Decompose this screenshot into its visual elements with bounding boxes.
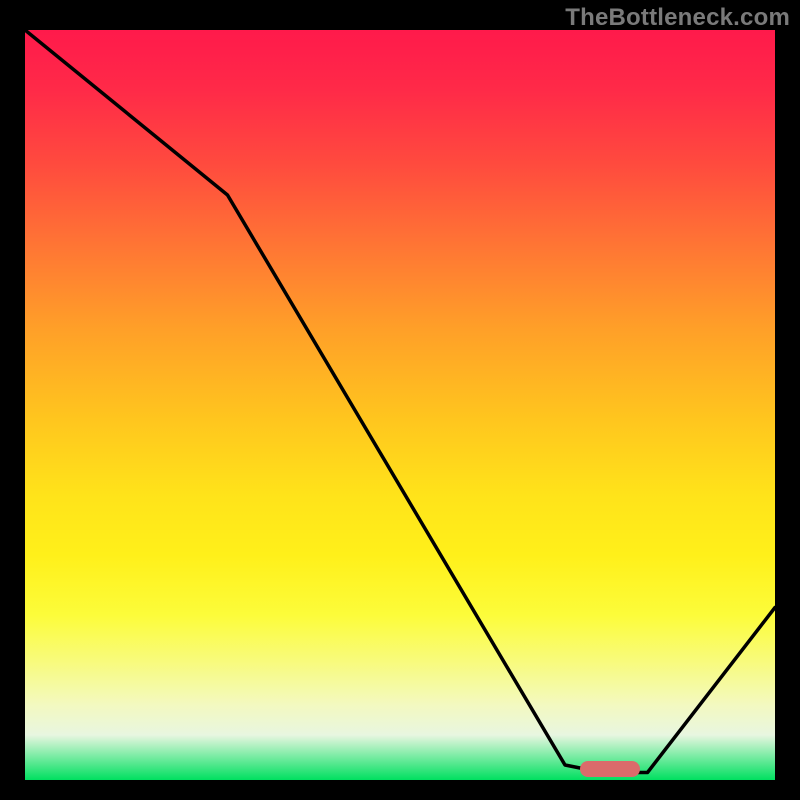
watermark-text: TheBottleneck.com (565, 4, 790, 32)
optimal-marker (580, 761, 640, 777)
curve-path (25, 30, 775, 773)
bottleneck-curve (25, 30, 775, 780)
chart-gradient-area (25, 30, 775, 780)
